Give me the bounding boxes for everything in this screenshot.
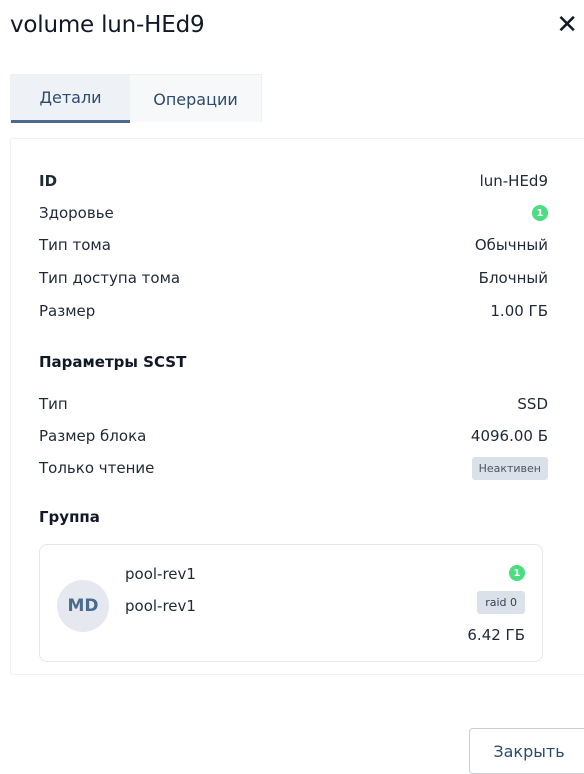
- volume-type-label: Тип тома: [39, 236, 111, 254]
- scst-type-label: Тип: [39, 395, 68, 413]
- readonly-status-badge: Неактивен: [471, 456, 548, 480]
- block-size-value: 4096.00 Б: [470, 427, 548, 445]
- dialog-title: volume lun-HEd9: [10, 12, 205, 38]
- block-size-label: Размер блока: [39, 427, 147, 445]
- tab-bar: Детали Операции: [10, 74, 262, 123]
- scst-type-value: SSD: [517, 395, 548, 413]
- raid-badge: raid 0: [477, 591, 525, 614]
- group-subname: pool-rev1: [125, 597, 196, 615]
- group-section-title: Группа: [39, 508, 100, 526]
- close-icon[interactable]: ✕: [556, 12, 578, 38]
- id-value: lun-HEd9: [479, 172, 548, 190]
- size-label: Размер: [39, 302, 96, 320]
- row-access-type: Тип доступа тома Блочный: [39, 266, 548, 290]
- access-type-value: Блочный: [478, 269, 548, 287]
- readonly-label: Только чтение: [39, 459, 155, 477]
- row-readonly: Только чтение Неактивен: [39, 456, 548, 480]
- row-id: ID lun-HEd9: [39, 169, 548, 193]
- row-size: Размер 1.00 ГБ: [39, 299, 548, 323]
- volume-type-value: Обычный: [474, 236, 548, 254]
- row-block-size: Размер блока 4096.00 Б: [39, 424, 548, 448]
- group-size: 6.42 ГБ: [467, 626, 525, 644]
- access-type-label: Тип доступа тома: [39, 269, 181, 287]
- group-name: pool-rev1: [125, 565, 196, 583]
- row-health: Здоровье 1: [39, 201, 548, 225]
- avatar: MD: [57, 580, 109, 632]
- size-value: 1.00 ГБ: [490, 302, 548, 320]
- details-panel: ID lun-HEd9 Здоровье 1 Тип тома Обычный …: [10, 138, 584, 675]
- health-label: Здоровье: [39, 204, 114, 222]
- group-card[interactable]: MD pool-rev1 pool-rev1 1 raid 0 6.42 ГБ: [39, 544, 543, 662]
- health-status-badge: 1: [532, 205, 548, 221]
- group-health-badge: 1: [509, 565, 525, 581]
- id-label: ID: [39, 172, 58, 190]
- tab-operations[interactable]: Операции: [130, 75, 261, 123]
- tab-details[interactable]: Детали: [11, 75, 131, 123]
- row-scst-type: Тип SSD: [39, 392, 548, 416]
- close-button[interactable]: Закрыть: [469, 728, 584, 774]
- row-volume-type: Тип тома Обычный: [39, 233, 548, 257]
- scst-section-title: Параметры SCST: [39, 353, 187, 371]
